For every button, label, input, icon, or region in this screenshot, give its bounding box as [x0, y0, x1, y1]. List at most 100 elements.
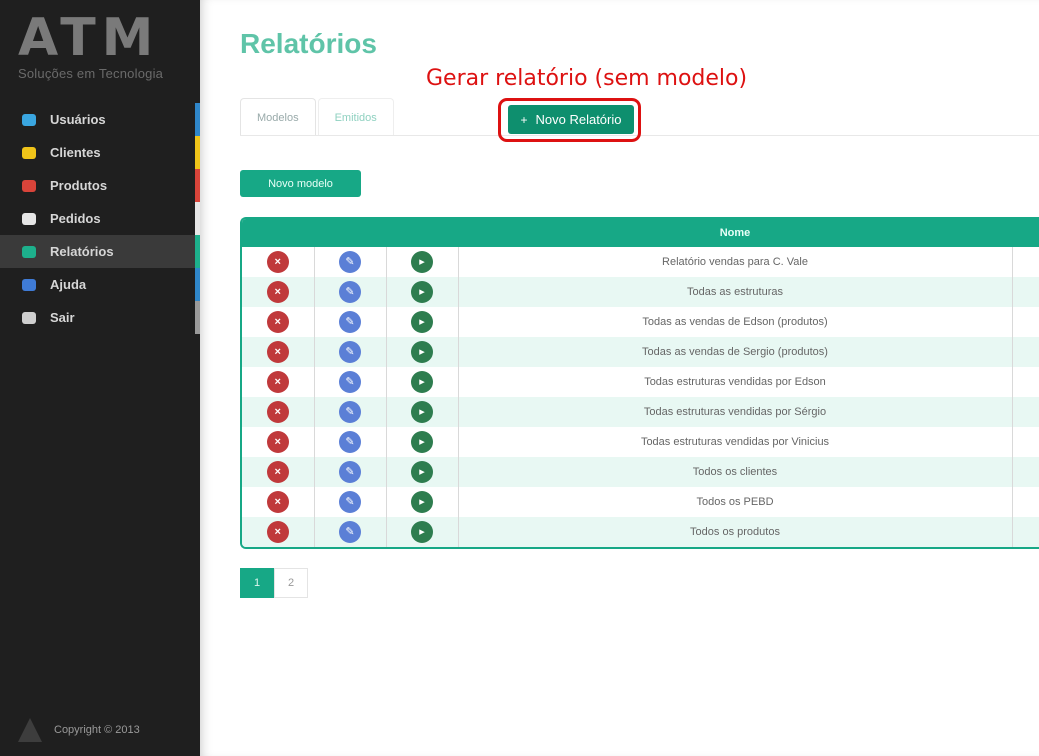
report-name: Todas as vendas de Sergio (produtos) — [458, 337, 1013, 367]
delete-icon[interactable]: × — [266, 491, 289, 513]
edit-icon[interactable]: ✎ — [339, 341, 361, 363]
delete-cell: × — [242, 517, 315, 547]
logo-mark: ATM — [18, 8, 160, 68]
extra-cell — [1012, 487, 1039, 517]
table-row: × ✎ ▸ Todos os clientes — [242, 457, 1039, 487]
extra-cell — [1012, 307, 1039, 337]
extra-cell — [1012, 337, 1039, 367]
edit-icon[interactable]: ✎ — [339, 401, 361, 423]
delete-icon[interactable]: × — [266, 431, 289, 453]
edit-icon[interactable]: ✎ — [339, 521, 361, 543]
extra-cell — [1012, 367, 1039, 397]
report-name: Todas estruturas vendidas por Vinicius — [458, 427, 1013, 457]
plus-icon: + — [520, 112, 528, 127]
table-row: × ✎ ▸ Todos os produtos — [242, 517, 1039, 547]
delete-icon[interactable]: × — [266, 311, 289, 333]
edit-cell: ✎ — [314, 307, 387, 337]
extra-cell — [1012, 247, 1039, 277]
generate-cell: ▸ — [386, 427, 459, 457]
generate-icon[interactable]: ▸ — [411, 341, 433, 363]
edit-icon[interactable]: ✎ — [339, 461, 361, 483]
edit-cell: ✎ — [314, 247, 387, 277]
extra-cell — [1012, 277, 1039, 307]
edit-icon[interactable]: ✎ — [339, 251, 361, 273]
page-2-button[interactable]: 2 — [274, 568, 308, 598]
report-name: Todas estruturas vendidas por Edson — [458, 367, 1013, 397]
edit-icon[interactable]: ✎ — [339, 371, 361, 393]
report-name: Todas estruturas vendidas por Sérgio — [458, 397, 1013, 427]
generate-icon[interactable]: ▸ — [411, 311, 433, 333]
sidebar-item-label: Usuários — [50, 112, 106, 127]
copyright-text: Copyright © 2013 — [54, 724, 140, 736]
edit-cell: ✎ — [314, 337, 387, 367]
delete-icon[interactable]: × — [266, 371, 289, 393]
delete-icon[interactable]: × — [266, 461, 289, 483]
reports-icon — [22, 245, 36, 258]
logo-subtitle: Soluções em Tecnologia — [18, 66, 164, 81]
table-row: × ✎ ▸ Todas estruturas vendidas por Edson — [242, 367, 1039, 397]
table-row: × ✎ ▸ Todas estruturas vendidas por Sérgio — [242, 397, 1039, 427]
name-header: Nome — [458, 219, 1012, 247]
exit-icon — [22, 311, 36, 324]
sidebar-item-label: Produtos — [50, 178, 108, 193]
orders-icon — [22, 212, 36, 225]
logo[interactable]: ATM Soluções em Tecnologia — [18, 12, 183, 82]
generate-icon[interactable]: ▸ — [411, 461, 433, 483]
tabs: Modelos Emitidos — [240, 98, 396, 136]
generate-icon[interactable]: ▸ — [411, 491, 433, 513]
delete-icon[interactable]: × — [266, 251, 289, 273]
edit-icon[interactable]: ✎ — [339, 491, 361, 513]
delete-icon[interactable]: × — [266, 401, 289, 423]
delete-icon[interactable]: × — [266, 281, 289, 303]
report-name: Todos os clientes — [458, 457, 1013, 487]
generate-cell: ▸ — [386, 397, 459, 427]
edit-icon[interactable]: ✎ — [339, 431, 361, 453]
delete-cell: × — [242, 427, 315, 457]
generate-icon[interactable]: ▸ — [411, 251, 433, 273]
table-row: × ✎ ▸ Todas as estruturas — [242, 277, 1039, 307]
reports-table: Nome × ✎ ▸ Relatório vendas para C. Vale × ✎ ▸… — [240, 217, 1039, 549]
delete-cell: × — [242, 337, 315, 367]
sidebar-item-label: Relatórios — [50, 244, 114, 259]
generate-cell: ▸ — [386, 247, 459, 277]
new-report-button[interactable]: + Novo Relatório — [508, 105, 634, 134]
new-model-button[interactable]: Novo modelo — [240, 170, 361, 197]
copyright: Copyright © 2013 — [18, 718, 140, 742]
sidebar-item-clientes[interactable]: Clientes — [0, 136, 200, 169]
delete-cell: × — [242, 457, 315, 487]
sidebar-item-relatorios[interactable]: Relatórios — [0, 235, 200, 268]
generate-icon[interactable]: ▸ — [411, 521, 433, 543]
annotation-label: Gerar relatório (sem modelo) — [426, 66, 748, 91]
generate-cell: ▸ — [386, 367, 459, 397]
main-content: Relatórios Gerar relatório (sem modelo) … — [200, 0, 1039, 756]
page-title: Relatórios — [240, 28, 377, 59]
sidebar-item-ajuda[interactable]: Ajuda — [0, 268, 200, 301]
users-icon — [22, 113, 36, 126]
sidebar-item-usuarios[interactable]: Usuários — [0, 103, 200, 136]
generate-icon[interactable]: ▸ — [411, 401, 433, 423]
generate-icon[interactable]: ▸ — [411, 371, 433, 393]
sidebar-item-pedidos[interactable]: Pedidos — [0, 202, 200, 235]
delete-cell: × — [242, 277, 315, 307]
clients-icon — [22, 146, 36, 159]
tab-emitidos[interactable]: Emitidos — [317, 98, 394, 136]
sidebar-item-produtos[interactable]: Produtos — [0, 169, 200, 202]
extra-cell — [1012, 397, 1039, 427]
page-1-button[interactable]: 1 — [240, 568, 274, 598]
edit-icon[interactable]: ✎ — [339, 311, 361, 333]
delete-icon[interactable]: × — [266, 341, 289, 363]
sidebar-nav: Usuários Clientes Produtos Pedidos Relatório… — [0, 103, 200, 334]
delete-icon[interactable]: × — [266, 521, 289, 543]
extra-cell — [1012, 517, 1039, 547]
edit-cell: ✎ — [314, 487, 387, 517]
tab-modelos[interactable]: Modelos — [240, 98, 316, 136]
edit-icon[interactable]: ✎ — [339, 281, 361, 303]
generate-cell: ▸ — [386, 457, 459, 487]
sidebar: ATM Soluções em Tecnologia Usuários Clien… — [0, 0, 200, 756]
edit-cell: ✎ — [314, 367, 387, 397]
sidebar-item-label: Sair — [50, 310, 75, 325]
generate-icon[interactable]: ▸ — [411, 431, 433, 453]
generate-icon[interactable]: ▸ — [411, 281, 433, 303]
generate-cell: ▸ — [386, 517, 459, 547]
sidebar-item-sair[interactable]: Sair — [0, 301, 200, 334]
